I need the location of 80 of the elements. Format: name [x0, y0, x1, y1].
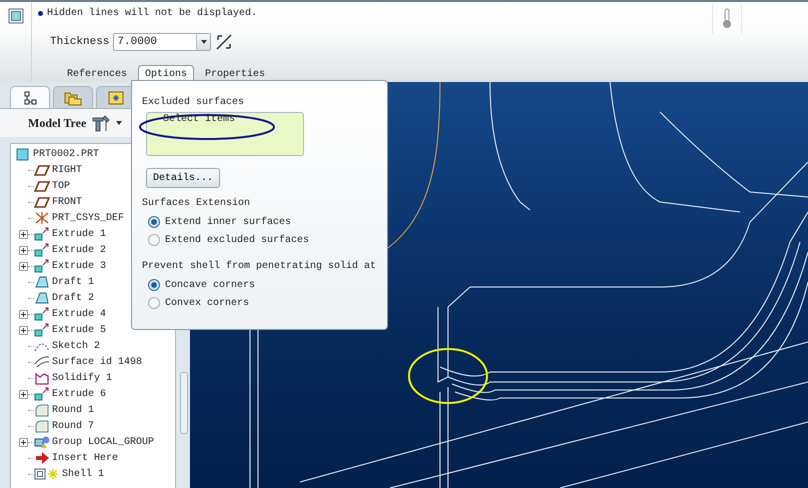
status-message: Hidden lines will not be displayed.	[47, 8, 258, 18]
tree-item[interactable]: Sketch 2	[15, 338, 100, 354]
radio-button[interactable]	[148, 279, 160, 291]
radio-option[interactable]: Convex corners	[148, 294, 377, 312]
draft-icon	[34, 275, 50, 289]
flip-direction-icon[interactable]	[215, 33, 234, 51]
tree-item[interactable]: Extrude 3	[15, 258, 106, 274]
tree-item[interactable]: Extrude 2	[15, 242, 106, 258]
expand-icon[interactable]	[19, 326, 28, 334]
tree-item[interactable]: PRT0002.PRT	[15, 146, 100, 162]
extrude-icon	[34, 259, 50, 273]
expand-icon[interactable]	[19, 310, 28, 318]
tree-item[interactable]: RIGHT	[15, 162, 82, 178]
dashboard-tab[interactable]: References	[60, 65, 134, 82]
bullet-icon	[38, 10, 43, 16]
folder-icon	[64, 90, 82, 106]
tree-item[interactable]: PRT_CSYS_DEF	[15, 210, 124, 226]
round-icon	[34, 419, 50, 433]
excluded-surfaces-label: Excluded surfaces	[142, 97, 246, 108]
draft-icon	[34, 291, 50, 305]
navigator-tab[interactable]	[10, 86, 50, 109]
caret-icon[interactable]	[116, 121, 122, 125]
radio-option[interactable]: Extend inner surfaces	[148, 213, 377, 231]
tree-item[interactable]: Extrude 5	[15, 322, 106, 338]
tree-item[interactable]: FRONT	[15, 194, 82, 210]
radio-option[interactable]: Concave corners	[148, 276, 377, 294]
extrude-icon	[34, 323, 50, 337]
expand-icon[interactable]	[19, 390, 28, 398]
tree-icon	[23, 91, 37, 105]
tree-item[interactable]: Draft 2	[15, 290, 94, 306]
radio-button[interactable]	[148, 216, 160, 228]
part-cube-icon	[15, 147, 31, 161]
excluded-surfaces-field[interactable]: Select items	[146, 112, 304, 156]
tree-item[interactable]: Extrude 4	[15, 306, 106, 322]
tree-item[interactable]: Extrude 6	[15, 386, 106, 402]
arrow-icon	[34, 451, 50, 465]
scrollbar-handle[interactable]	[180, 372, 188, 434]
datum-plane-icon	[34, 179, 50, 193]
expand-icon[interactable]	[19, 262, 28, 270]
tree-item[interactable]: Round 1	[15, 402, 94, 418]
tree-item[interactable]: Group LOCAL_GROUP	[15, 434, 154, 450]
expand-icon[interactable]	[19, 438, 28, 446]
thermometer-icon	[722, 8, 732, 30]
tree-item[interactable]: Extrude 1	[15, 226, 106, 242]
tree-item[interactable]: Insert Here	[15, 450, 118, 466]
group-icon	[34, 435, 50, 449]
shell-icon	[34, 467, 60, 481]
shell-feature-icon	[8, 8, 24, 24]
coordinate-system-icon	[34, 211, 50, 225]
tree-item[interactable]: Round 7	[15, 418, 94, 434]
thickness-label: Thickness	[50, 36, 110, 48]
datum-plane-icon	[34, 195, 50, 209]
dropdown-button[interactable]	[196, 34, 210, 50]
tools-icon[interactable]	[90, 114, 112, 132]
extrude-icon	[34, 243, 50, 257]
extrude-icon	[34, 307, 50, 321]
extrude-icon	[34, 387, 50, 401]
dashboard-tab[interactable]: Properties	[198, 65, 272, 82]
round-icon	[34, 403, 50, 417]
thickness-field[interactable]: 7.0000	[113, 33, 212, 51]
prevent-shell-label: Prevent shell from penetrating solid at	[142, 261, 377, 272]
model-tree-title: Model Tree	[28, 116, 86, 130]
expand-icon[interactable]	[19, 230, 28, 238]
tree-item[interactable]: Solidify 1	[15, 370, 112, 386]
datum-plane-icon	[34, 163, 50, 177]
tree-item[interactable]: Shell 1	[15, 466, 104, 482]
surfaces-extension-label: Surfaces Extension	[142, 198, 252, 209]
select-items-placeholder: Select items	[163, 114, 236, 125]
tree-item[interactable]: Surface id 1498	[15, 354, 142, 370]
radio-button[interactable]	[148, 234, 160, 246]
tree-item[interactable]: Draft 1	[15, 274, 94, 290]
solidify-icon	[34, 371, 50, 385]
radio-button[interactable]	[148, 297, 160, 309]
expand-icon[interactable]	[19, 246, 28, 254]
radio-option[interactable]: Extend excluded surfaces	[148, 231, 377, 249]
surface-icon	[34, 355, 50, 369]
details-button[interactable]: Details...	[146, 168, 220, 188]
extrude-icon	[34, 227, 50, 241]
caret-icon	[200, 40, 207, 44]
tree-item[interactable]: TOP	[15, 178, 70, 194]
